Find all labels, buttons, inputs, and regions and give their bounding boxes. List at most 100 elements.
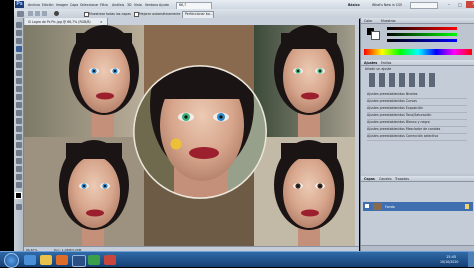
quick-select-tool-icon[interactable] — [15, 46, 22, 52]
tab-layers[interactable]: Capas — [364, 177, 375, 181]
pen-tool-icon[interactable] — [15, 134, 22, 140]
healing-brush-tool-icon[interactable] — [15, 70, 22, 76]
menu-archivo[interactable]: Archivo — [28, 3, 40, 7]
show-desktop-button[interactable] — [468, 252, 474, 267]
maximize-icon[interactable]: □ — [458, 2, 462, 7]
3d-tool-icon[interactable] — [15, 166, 22, 172]
zoom-level-value: 66,7 — [179, 3, 187, 7]
dodge-tool-icon[interactable] — [15, 126, 22, 132]
tab-channels[interactable]: Canales — [379, 177, 392, 181]
path-select-tool-icon[interactable] — [15, 150, 22, 156]
visibility-eye-icon[interactable] — [365, 204, 369, 208]
quick-selection-tool-icon[interactable] — [17, 10, 24, 17]
document-tab-close-icon[interactable]: × — [100, 20, 103, 24]
layer-name: Fondo — [385, 204, 395, 209]
menu-imagen[interactable]: Imagen — [56, 3, 68, 7]
clone-stamp-tool-icon[interactable] — [15, 86, 22, 92]
menu-filtro[interactable]: Filtro — [100, 3, 108, 7]
photoshop-logo-icon: Ps — [15, 1, 24, 8]
blur-tool-icon[interactable] — [15, 118, 22, 124]
history-brush-tool-icon[interactable] — [15, 94, 22, 100]
photoshop-taskbar-icon[interactable] — [72, 254, 86, 267]
layers-panel-header: Capas Canales Trazados — [361, 176, 474, 182]
adjustments-panel: Ajustes Estilos Añadir un ajuste Ajustes… — [361, 60, 474, 174]
menu-capa[interactable]: Capa — [70, 3, 78, 7]
crop-tool-icon[interactable] — [15, 54, 22, 60]
document-tab[interactable]: Si Logra de Ps Pic.jpg @ 66,7% (RGB/8) × — [25, 18, 108, 25]
color-panel-header: Color Muestras — [361, 18, 474, 24]
document-tab-title: Si Logra de Ps Pic.jpg @ 66,7% (RGB/8) — [28, 19, 91, 24]
menu-3d[interactable]: 3D — [127, 3, 131, 7]
green-slider[interactable] — [387, 33, 457, 36]
color-background-swatch[interactable] — [371, 31, 380, 40]
layer-row-fondo[interactable]: Fondo — [363, 202, 473, 211]
add-adjustment-label: Añadir un ajuste — [365, 67, 392, 71]
tab-swatches[interactable]: Muestras — [381, 19, 396, 23]
menu-vista[interactable]: Vista — [134, 3, 142, 7]
close-icon[interactable]: × — [466, 1, 474, 8]
preset-row-selective[interactable]: Ajustes preestablecidos Corrección selec… — [367, 134, 467, 141]
tab-adjustments[interactable]: Ajustes — [364, 61, 377, 65]
clock-time[interactable]: 15:45 — [446, 255, 456, 259]
brush-tool-icon[interactable] — [15, 78, 22, 84]
hand-tool-icon[interactable] — [15, 174, 22, 180]
tab-paths[interactable]: Trazados — [395, 177, 409, 181]
menu-ventana[interactable]: Ventana — [145, 3, 158, 7]
document-canvas[interactable] — [24, 25, 359, 246]
app-taskbar-icon[interactable] — [88, 254, 100, 265]
ie-taskbar-icon[interactable] — [24, 254, 36, 265]
layers-panel: Capas Canales Trazados Fondo — [361, 176, 474, 252]
right-panels: Color Muestras Ajustes Estilos Añadir un… — [360, 18, 474, 252]
explorer-taskbar-icon[interactable] — [40, 254, 52, 265]
menu-edicion[interactable]: Edición — [42, 3, 54, 7]
preset-row-mixer[interactable]: Ajustes preestablecidos Mezclador de can… — [367, 127, 467, 134]
shape-tool-icon[interactable] — [15, 158, 22, 164]
clock-date[interactable]: 10/10/2020 — [440, 260, 458, 264]
menu-ayuda[interactable]: Ayuda — [159, 3, 169, 7]
preset-row-bw[interactable]: Ajustes preestablecidos Blanco y negro — [367, 120, 467, 127]
marquee-tool-icon[interactable] — [15, 30, 22, 36]
minimize-icon[interactable]: – — [448, 2, 450, 7]
cursor-highlight-icon — [170, 138, 182, 150]
color-spectrum-bar[interactable] — [364, 49, 472, 55]
preset-row-hue[interactable]: Ajustes preestablecidos Tono/Saturación — [367, 113, 467, 120]
foreground-color-swatch[interactable] — [15, 192, 22, 199]
lasso-tool-icon[interactable] — [15, 38, 22, 44]
red-slider[interactable] — [387, 27, 457, 30]
tools-panel — [14, 18, 24, 256]
eraser-tool-icon[interactable] — [15, 102, 22, 108]
portrait-collage — [24, 25, 359, 246]
preset-row-curves[interactable]: Ajustes preestablecidos Curvas — [367, 99, 467, 106]
adjustments-panel-header: Ajustes Estilos — [361, 60, 474, 66]
preset-row-exposure[interactable]: Ajustes preestablecidos Exposición — [367, 106, 467, 113]
move-tool-icon[interactable] — [15, 22, 22, 28]
layer-thumbnail — [373, 203, 382, 210]
refine-edge-label: Perfeccionar bo... — [185, 12, 213, 16]
zoom-tool-icon[interactable] — [15, 182, 22, 188]
subtract-selection-icon[interactable] — [42, 11, 47, 16]
type-tool-icon[interactable] — [15, 142, 22, 148]
quick-mask-icon[interactable] — [15, 204, 22, 210]
menu-analisis[interactable]: Análisis — [112, 3, 124, 7]
whats-new-link[interactable]: What's New in CS5 — [372, 3, 402, 7]
media-player-taskbar-icon[interactable] — [56, 254, 68, 265]
workspace-basico[interactable]: Básico — [348, 3, 360, 7]
color-panel: Color Muestras — [361, 18, 474, 58]
adjustment-icons-grid[interactable] — [369, 73, 439, 87]
brush-size-icon[interactable] — [54, 11, 59, 16]
app2-taskbar-icon[interactable] — [104, 254, 116, 265]
tab-color[interactable]: Color — [364, 19, 372, 23]
gradient-tool-icon[interactable] — [15, 110, 22, 116]
menu-seleccionar[interactable]: Seleccionar — [80, 3, 98, 7]
new-selection-icon[interactable] — [28, 11, 33, 16]
blue-slider[interactable] — [387, 39, 457, 42]
windows-taskbar: 15:45 10/10/2020 — [0, 251, 474, 268]
vertical-scrollbar[interactable] — [355, 25, 359, 246]
preset-row-levels[interactable]: Ajustes preestablecidos Niveles — [367, 92, 467, 99]
search-help-field[interactable] — [410, 2, 438, 9]
adjustment-presets-list: Ajustes preestablecidos Niveles Ajustes … — [367, 92, 467, 141]
auto-enhance-label: Mejorar automáticamente — [139, 11, 181, 16]
add-selection-icon[interactable] — [35, 11, 40, 16]
eyedropper-tool-icon[interactable] — [15, 62, 22, 68]
tab-styles[interactable]: Estilos — [381, 61, 391, 65]
